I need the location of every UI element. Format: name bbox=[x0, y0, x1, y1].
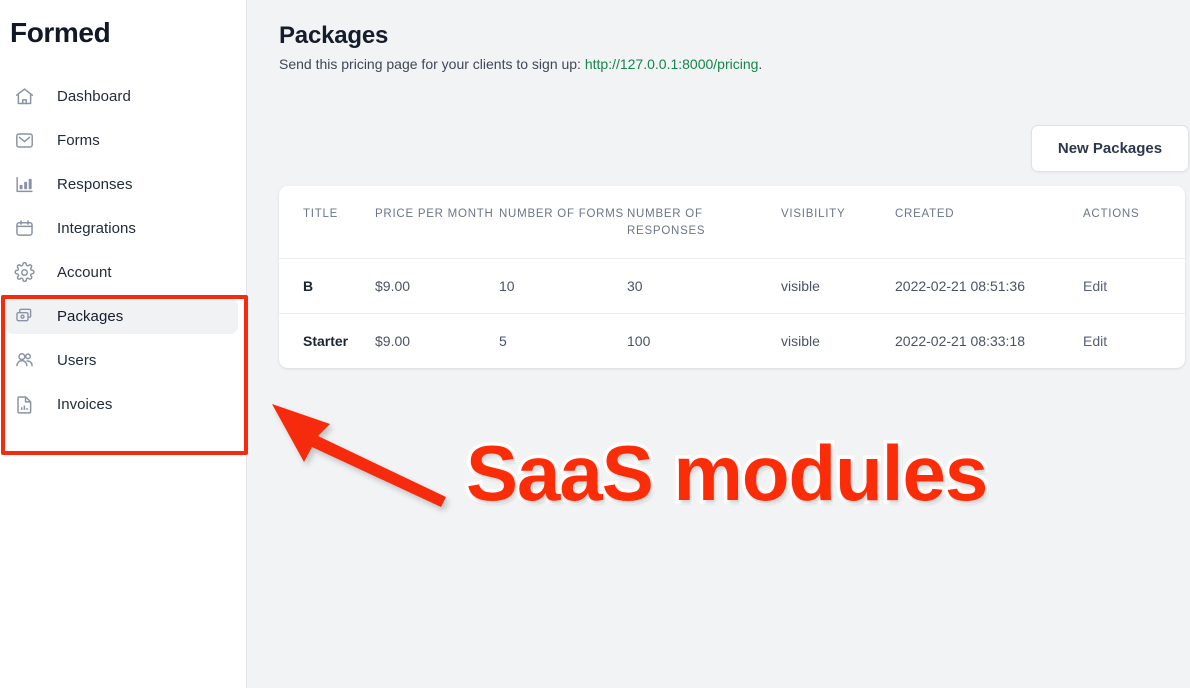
sidebar-item-forms[interactable]: Forms bbox=[5, 122, 238, 158]
sidebar-item-users[interactable]: Users bbox=[5, 342, 238, 378]
cell-created: 2022-02-21 08:51:36 bbox=[895, 258, 1083, 314]
cell-title: Starter bbox=[279, 313, 375, 369]
packages-table-card: TITLE PRICE PER MONTH NUMBER OF FORMS NU… bbox=[279, 186, 1185, 369]
bar-chart-icon bbox=[13, 173, 35, 195]
page-subtitle: Send this pricing page for your clients … bbox=[279, 56, 762, 72]
page-subtitle-text: Send this pricing page for your clients … bbox=[279, 56, 585, 72]
users-icon bbox=[13, 349, 35, 371]
cell-forms: 5 bbox=[499, 313, 627, 369]
column-header-actions: ACTIONS bbox=[1083, 208, 1140, 220]
cell-created: 2022-02-21 08:33:18 bbox=[895, 313, 1083, 369]
sidebar-item-integrations[interactable]: Integrations bbox=[5, 210, 238, 246]
column-header-price: PRICE PER MONTH bbox=[375, 208, 494, 220]
column-header-forms: NUMBER OF FORMS bbox=[499, 208, 624, 220]
packages-table: TITLE PRICE PER MONTH NUMBER OF FORMS NU… bbox=[279, 186, 1185, 369]
sidebar-item-label: Responses bbox=[57, 175, 133, 193]
main-content: Packages Send this pricing page for your… bbox=[248, 0, 1190, 688]
new-packages-button[interactable]: New Packages bbox=[1031, 125, 1189, 172]
cell-visibility: visible bbox=[781, 313, 895, 369]
cell-visibility: visible bbox=[781, 258, 895, 314]
sidebar-nav: Dashboard Forms Responses Integrations A… bbox=[0, 74, 247, 430]
money-stack-icon bbox=[13, 305, 35, 327]
document-chart-icon bbox=[13, 393, 35, 415]
sidebar-item-label: Forms bbox=[57, 131, 100, 149]
sidebar-item-responses[interactable]: Responses bbox=[5, 166, 238, 202]
edit-link[interactable]: Edit bbox=[1083, 333, 1107, 349]
sidebar-item-label: Packages bbox=[57, 307, 124, 325]
table-row[interactable]: B $9.00 10 30 visible 2022-02-21 08:51:3… bbox=[279, 258, 1185, 314]
page-title: Packages bbox=[279, 22, 389, 49]
cell-responses: 30 bbox=[627, 258, 781, 314]
home-icon bbox=[13, 85, 35, 107]
column-header-title: TITLE bbox=[303, 208, 339, 220]
calendar-icon bbox=[13, 217, 35, 239]
cell-title: B bbox=[279, 258, 375, 314]
table-row[interactable]: Starter $9.00 5 100 visible 2022-02-21 0… bbox=[279, 313, 1185, 369]
cell-responses: 100 bbox=[627, 313, 781, 369]
sidebar-item-label: Integrations bbox=[57, 219, 136, 237]
cell-actions: Edit bbox=[1083, 313, 1185, 369]
sidebar-item-invoices[interactable]: Invoices bbox=[5, 386, 238, 422]
table-head: TITLE PRICE PER MONTH NUMBER OF FORMS NU… bbox=[279, 186, 1185, 259]
column-header-created: CREATED bbox=[895, 208, 955, 220]
app-logo: Formed bbox=[10, 17, 111, 48]
sidebar-item-label: Dashboard bbox=[57, 87, 131, 105]
cell-forms: 10 bbox=[499, 258, 627, 314]
sidebar-item-packages[interactable]: Packages bbox=[5, 298, 238, 334]
pricing-page-link[interactable]: http://127.0.0.1:8000/pricing bbox=[585, 56, 759, 72]
table-body: B $9.00 10 30 visible 2022-02-21 08:51:3… bbox=[279, 258, 1185, 369]
sidebar-item-dashboard[interactable]: Dashboard bbox=[5, 78, 238, 114]
sidebar: Formed Dashboard Forms Responses Integra… bbox=[0, 0, 248, 688]
sidebar-item-account[interactable]: Account bbox=[5, 254, 238, 290]
cell-actions: Edit bbox=[1083, 258, 1185, 314]
column-header-visibility: VISIBILITY bbox=[781, 208, 846, 220]
app-root: Formed Dashboard Forms Responses Integra… bbox=[0, 0, 1190, 688]
gear-icon bbox=[13, 261, 35, 283]
cell-price: $9.00 bbox=[375, 258, 499, 314]
inbox-icon bbox=[13, 129, 35, 151]
column-header-responses: NUMBER OF RESPONSES bbox=[627, 208, 706, 237]
cell-price: $9.00 bbox=[375, 313, 499, 369]
sidebar-item-label: Invoices bbox=[57, 395, 113, 413]
sidebar-item-label: Users bbox=[57, 351, 97, 369]
table-header-row: TITLE PRICE PER MONTH NUMBER OF FORMS NU… bbox=[279, 186, 1185, 259]
sidebar-item-label: Account bbox=[57, 263, 112, 281]
edit-link[interactable]: Edit bbox=[1083, 278, 1107, 294]
page-subtitle-suffix: . bbox=[758, 56, 763, 72]
